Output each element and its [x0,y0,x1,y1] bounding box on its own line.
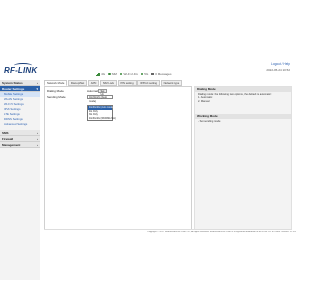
status-label: 4G [101,72,106,76]
footer-divider [44,229,292,230]
help-dialing-opt2: 2. Manual [198,99,210,103]
footer-copyright: Copyright © 2017 SHENZHEN RF-LINK Co., A… [147,231,296,233]
sidebar-section-label: System Status [2,81,23,85]
message-icon [151,72,155,76]
signal-bars-icon [96,72,101,76]
status-label: SIM [111,72,117,76]
sending-mode-label: Sending Mode [47,95,66,99]
status-4g: 4G [96,72,105,76]
status-label: Wi-Fi 2.4G [123,72,138,76]
sidebar-section-router-settings[interactable]: Router Settings ▾ [0,86,40,92]
dropdown-option[interactable]: 4G/3G/2G (WCDMA first) [88,117,116,121]
rf-link-logo: RF-LINK [2,63,46,80]
status-sim: SIM [108,72,117,76]
wifi-5g-icon [140,72,144,76]
sidebar-section-label: SMS [2,131,9,135]
sending-mode-select[interactable]: 4G/3G/2G (Auto mode) [87,95,113,103]
chevron-right-icon: › [37,143,38,147]
chevron-down-icon: ▾ [36,87,38,91]
top-header: RF-LINK 4G SIM Wi-Fi 2.4G 5G 0 Messages … [0,0,300,80]
sidebar-section-label: Firewall [2,137,14,141]
status-wifi: Wi-Fi 2.4G [119,72,138,76]
sending-mode-dropdown: 4G/3G/2G (Auto mode) 4G Only 3G Only 4G/… [87,105,116,122]
sim-icon [108,72,111,76]
status-bar: 4G SIM Wi-Fi 2.4G 5G 0 Messages [96,71,171,77]
wifi-icon [119,72,123,76]
status-label: 0 Messages [155,72,172,76]
status-messages[interactable]: 0 Messages [151,72,171,76]
logout-link[interactable]: Logout / Help [271,62,290,66]
sidebar-section-management[interactable]: Management › [0,142,40,148]
status-wifi-5g: 5G [140,72,149,76]
help-text-working: - Set sending mode [198,120,221,124]
help-panel: Dialing Mode Dialing mode: the following… [194,86,292,230]
main-content: Network Mode Dial-up/Net APN SIM Lock PI… [44,80,292,230]
logo-text: RF-LINK [4,66,38,75]
sidebar-section-label: Router Settings [2,87,25,91]
dialing-setup-button[interactable]: Set Up [98,88,107,96]
settings-panel: Dialing Mode Automatic Set Up Sending Mo… [44,86,192,230]
help-text-dialing: Dialing mode: the following two options,… [195,92,291,104]
status-label: 5G [144,72,149,76]
dialing-mode-label: Dialing Mode [47,89,64,93]
sidebar-section-label: Management [2,143,21,147]
datetime: 2022-05-24 10:52 [266,68,290,72]
sidebar: System Status › Router Settings ▾ Mobile… [0,80,40,280]
